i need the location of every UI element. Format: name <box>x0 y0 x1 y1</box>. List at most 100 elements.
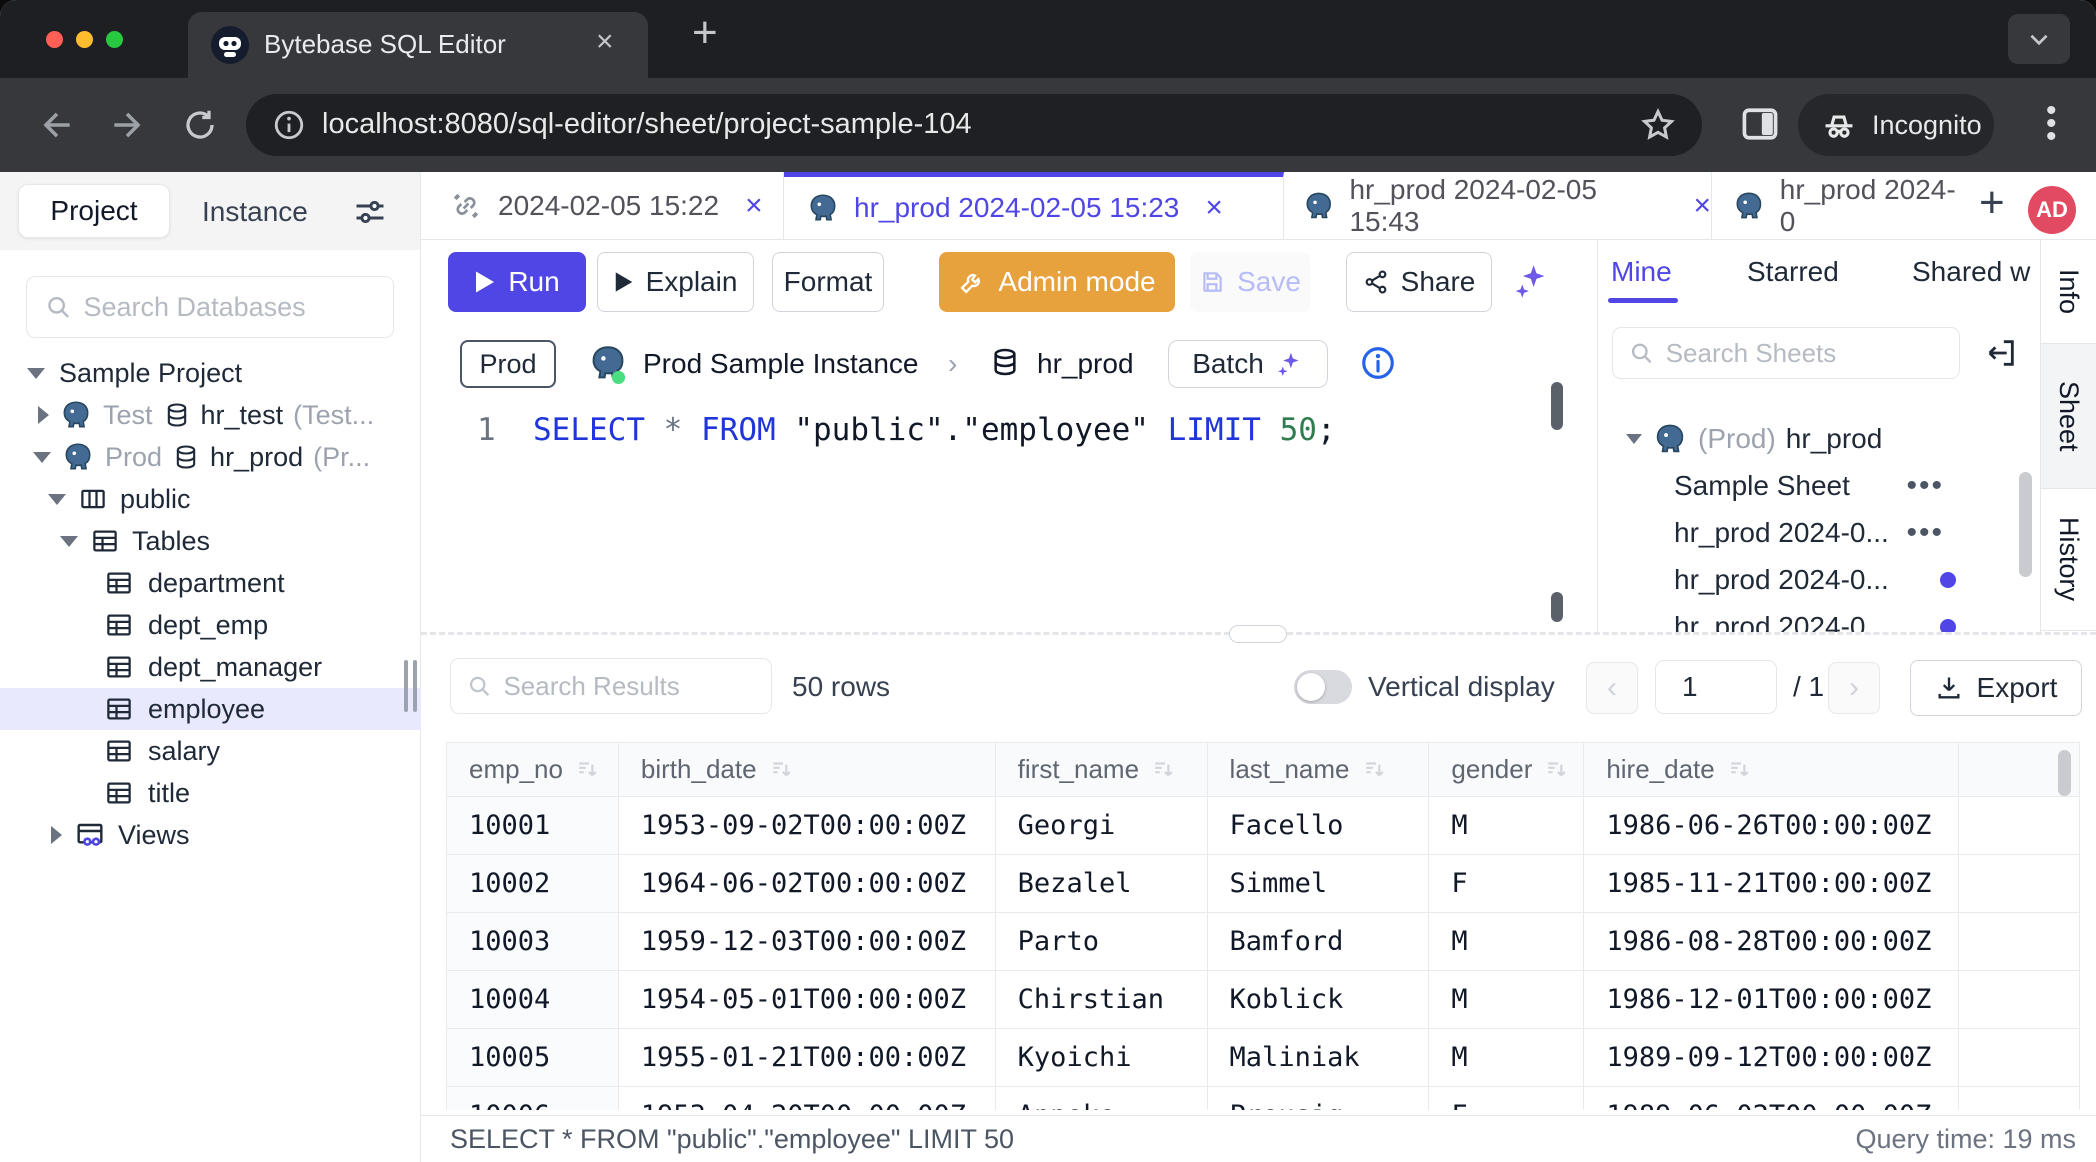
chevron-down-icon[interactable] <box>27 368 45 379</box>
cell-emp-no[interactable]: 10002 <box>447 855 619 913</box>
editor-scrollbar-thumb-2[interactable] <box>1551 592 1563 622</box>
chevron-down-icon[interactable] <box>1626 434 1642 444</box>
explain-button[interactable]: Explain <box>597 252 754 312</box>
resize-handle[interactable] <box>1229 625 1287 643</box>
browser-tab[interactable]: Bytebase SQL Editor × <box>188 12 648 78</box>
cell-last-name[interactable]: Simmel <box>1208 855 1430 913</box>
cell-last-name[interactable]: Koblick <box>1208 971 1430 1029</box>
cell-birth-date[interactable]: 1954-05-01T00:00:00Z <box>619 971 996 1029</box>
run-button[interactable]: Run <box>448 252 586 312</box>
search-sheets-box[interactable] <box>1612 327 1960 379</box>
cell-gender[interactable]: M <box>1429 1029 1584 1087</box>
user-avatar[interactable]: AD <box>2028 186 2076 234</box>
more-menu-icon[interactable]: ••• <box>1906 516 1944 550</box>
cell-emp-no[interactable]: 10001 <box>447 797 619 855</box>
vertical-display-toggle[interactable] <box>1294 670 1352 704</box>
sort-icon[interactable] <box>769 757 795 783</box>
close-tab-icon[interactable]: × <box>1693 189 1711 223</box>
tab-instance[interactable]: Instance <box>202 196 308 228</box>
cell-gender[interactable]: M <box>1429 971 1584 1029</box>
sort-icon[interactable] <box>1151 757 1177 783</box>
cell-first-name[interactable]: Chirstian <box>996 971 1208 1029</box>
close-tab-icon[interactable]: × <box>1205 191 1223 225</box>
new-tab-icon[interactable]: + <box>692 8 718 58</box>
cell-gender[interactable]: F <box>1429 855 1584 913</box>
maximize-window-button[interactable] <box>106 31 123 48</box>
search-sheets-input[interactable] <box>1666 338 1943 369</box>
format-button[interactable]: Format <box>772 252 884 312</box>
cell-emp-no[interactable]: 10005 <box>447 1029 619 1087</box>
sheet-tab-adhoc[interactable]: 2024-02-05 15:22 × <box>428 172 784 239</box>
forward-icon[interactable] <box>108 106 146 144</box>
sheet-item-3[interactable]: hr_prod 2024-0... <box>1598 556 2018 603</box>
column-header[interactable]: gender <box>1429 742 1584 797</box>
column-header[interactable]: birth_date <box>619 742 996 797</box>
search-databases-box[interactable] <box>26 276 394 338</box>
minimize-window-button[interactable] <box>76 31 93 48</box>
cell-gender[interactable]: M <box>1429 797 1584 855</box>
strip-tab-history[interactable]: History <box>2041 489 2096 631</box>
cell-first-name[interactable]: Anneke <box>996 1087 1208 1110</box>
panel-resize-divider[interactable] <box>421 632 2096 646</box>
cell-first-name[interactable]: Georgi <box>996 797 1208 855</box>
ai-sparkles-icon[interactable] <box>1510 260 1552 302</box>
cell-birth-date[interactable]: 1959-12-03T00:00:00Z <box>619 913 996 971</box>
share-button[interactable]: Share <box>1346 252 1492 312</box>
tree-item-prod-db[interactable]: Prod hr_prod (Pr... <box>0 436 421 478</box>
sheet-item-4[interactable]: hr_prod 2024-0 <box>1598 603 2018 632</box>
breadcrumb-database[interactable]: hr_prod <box>1037 348 1134 380</box>
cell-emp-no[interactable]: 10003 <box>447 913 619 971</box>
tree-item-table-salary[interactable]: salary <box>0 730 421 772</box>
strip-tab-sheet[interactable]: Sheet <box>2041 344 2096 489</box>
results-scrollbar-thumb[interactable] <box>2058 750 2071 796</box>
chevron-right-icon[interactable] <box>38 406 49 424</box>
cell-emp-no[interactable]: 10004 <box>447 971 619 1029</box>
cell-hire-date[interactable]: 1989-09-12T00:00:00Z <box>1584 1029 1959 1087</box>
tree-item-test-db[interactable]: Test hr_test (Test... <box>0 394 421 436</box>
back-icon[interactable] <box>38 106 76 144</box>
bookmark-star-icon[interactable] <box>1640 107 1676 143</box>
sheet-tab-active[interactable]: hr_prod 2024-02-05 15:23 × <box>784 172 1284 239</box>
tree-group-views[interactable]: Views <box>0 814 421 856</box>
sidebar-resize-handle[interactable] <box>404 660 417 712</box>
filter-sliders-icon[interactable] <box>352 194 388 230</box>
tree-item-schema-public[interactable]: public <box>0 478 421 520</box>
tree-item-project[interactable]: Sample Project <box>0 352 421 394</box>
tab-search-chevron-icon[interactable] <box>2008 14 2070 64</box>
collapse-panel-icon[interactable] <box>1984 336 2018 370</box>
tab-shared[interactable]: Shared w <box>1912 256 2030 288</box>
browser-menu-icon[interactable]: ••• <box>2046 104 2057 143</box>
sheets-scrollbar-thumb[interactable] <box>2019 472 2032 577</box>
chevron-down-icon[interactable] <box>48 494 66 505</box>
chevron-down-icon[interactable] <box>33 452 51 463</box>
cell-birth-date[interactable]: 1953-04-20T00:00:00Z <box>619 1087 996 1110</box>
sheet-tab-4[interactable]: hr_prod 2024-0 <box>1712 172 1970 239</box>
close-window-button[interactable] <box>46 31 63 48</box>
editor-scrollbar-thumb[interactable] <box>1551 382 1563 430</box>
sort-icon[interactable] <box>1362 757 1388 783</box>
cell-emp-no[interactable]: 10006 <box>447 1087 619 1110</box>
column-header[interactable]: emp_no <box>447 742 619 797</box>
strip-tab-info[interactable]: Info <box>2041 240 2096 344</box>
column-header[interactable]: first_name <box>996 742 1208 797</box>
cell-birth-date[interactable]: 1955-01-21T00:00:00Z <box>619 1029 996 1087</box>
cell-last-name[interactable]: Facello <box>1208 797 1430 855</box>
column-header[interactable]: hire_date <box>1584 742 1959 797</box>
breadcrumb-instance[interactable]: Prod Sample Instance <box>643 348 919 380</box>
cell-birth-date[interactable]: 1953-09-02T00:00:00Z <box>619 797 996 855</box>
info-circle-icon[interactable] <box>1359 344 1397 382</box>
chevron-right-icon[interactable] <box>51 826 62 844</box>
more-menu-icon[interactable]: ••• <box>1906 469 1944 503</box>
chevron-down-icon[interactable] <box>60 536 78 547</box>
export-button[interactable]: Export <box>1910 660 2082 716</box>
cell-last-name[interactable]: Preusig <box>1208 1087 1430 1110</box>
cell-gender[interactable]: M <box>1429 913 1584 971</box>
url-text[interactable]: localhost:8080/sql-editor/sheet/project-… <box>322 108 972 141</box>
sql-code-line[interactable]: SELECT * FROM "public"."employee" LIMIT … <box>533 412 1336 448</box>
side-panel-icon[interactable] <box>1738 102 1782 146</box>
tree-group-tables[interactable]: Tables <box>0 520 421 562</box>
new-sheet-tab-icon[interactable]: + <box>1979 178 2005 228</box>
next-page-button[interactable]: › <box>1828 662 1880 714</box>
search-results-box[interactable] <box>450 658 772 714</box>
admin-mode-button[interactable]: Admin mode <box>939 252 1175 312</box>
